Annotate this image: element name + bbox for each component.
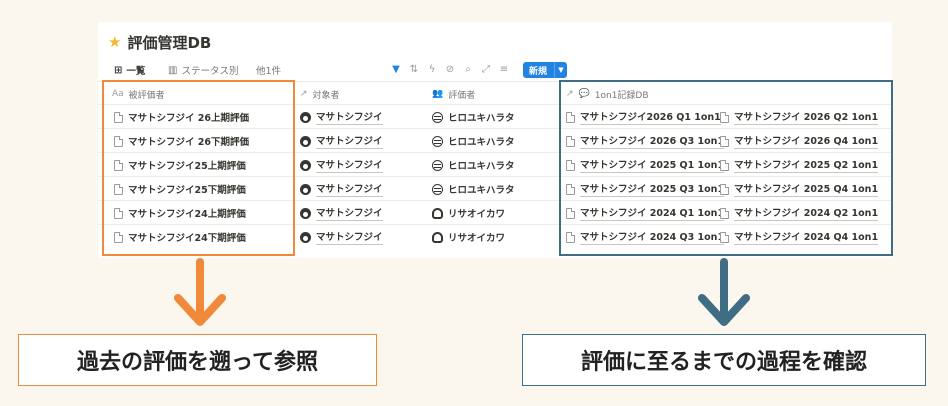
column-header-label: 評価者: [448, 90, 476, 101]
target-name: マサトシフジイ: [316, 133, 383, 149]
target-cell[interactable]: マサトシフジイ: [300, 201, 383, 225]
avatar: [432, 231, 443, 243]
expand-icon[interactable]: ⤢: [481, 65, 491, 75]
column-header-label: 対象者: [312, 90, 340, 101]
target-cell[interactable]: マサトシフジイ: [300, 177, 383, 201]
hide-icon[interactable]: ⊘: [445, 65, 455, 75]
relation-icon: ↗: [300, 89, 308, 99]
highlight-frame-records: [559, 80, 893, 256]
avatar: [432, 183, 443, 195]
highlight-frame-evaluations: [102, 80, 295, 256]
column-header-target[interactable]: ↗ 対象者: [300, 84, 340, 104]
tab-more-views[interactable]: 他1件: [252, 60, 285, 80]
evaluator-cell[interactable]: ヒロユキハラタ: [432, 177, 515, 201]
avatar: [432, 207, 443, 219]
tab-label: ステータス別: [181, 66, 239, 77]
caption-right: 評価に至るまでの過程を確認: [522, 334, 926, 386]
avatar: [300, 111, 311, 123]
arrow-down-icon: [698, 258, 750, 326]
avatar: [300, 183, 311, 195]
evaluator-cell[interactable]: リサオイカワ: [432, 225, 505, 249]
chevron-down-icon[interactable]: ▼: [554, 62, 567, 78]
evaluator-name: リサオイカワ: [448, 209, 506, 220]
evaluator-cell[interactable]: ヒロユキハラタ: [432, 129, 515, 153]
tab-list-view[interactable]: ⊞ 一覧: [110, 60, 149, 80]
new-button-label: 新規: [529, 66, 548, 77]
caption-left: 過去の評価を遡って参照: [18, 334, 377, 386]
tab-label: 他1件: [256, 66, 282, 77]
evaluator-name: ヒロユキハラタ: [448, 137, 515, 148]
title-row: ★ 評価管理DB: [108, 30, 211, 54]
sort-icon[interactable]: ⇅: [409, 65, 419, 75]
filter-icon[interactable]: ▼: [391, 65, 401, 75]
tab-label: 一覧: [126, 66, 146, 77]
avatar: [432, 135, 443, 147]
target-cell[interactable]: マサトシフジイ: [300, 153, 383, 177]
star-icon: ★: [108, 32, 122, 51]
view-toolbar: ⊞ 一覧 ▥ ステータス別 他1件 ▼ ⇅ ϟ ⊘ ⌕ ⤢ ≡ 新規 ▼: [98, 58, 892, 82]
avatar: [300, 159, 311, 171]
table-icon: ⊞: [114, 64, 123, 76]
avatar: [432, 159, 443, 171]
avatar: [300, 231, 311, 243]
arrow-down-icon: [174, 258, 226, 326]
board-icon: ▥: [168, 64, 178, 76]
evaluator-cell[interactable]: ヒロユキハラタ: [432, 105, 515, 129]
target-cell[interactable]: マサトシフジイ: [300, 129, 383, 153]
evaluator-cell[interactable]: ヒロユキハラタ: [432, 153, 515, 177]
search-icon[interactable]: ⌕: [463, 65, 473, 75]
automation-icon[interactable]: ϟ: [427, 65, 437, 75]
avatar: [432, 111, 443, 123]
target-cell[interactable]: マサトシフジイ: [300, 105, 383, 129]
column-header-evaluator[interactable]: 👥 評価者: [432, 84, 475, 104]
tool-icons: ▼ ⇅ ϟ ⊘ ⌕ ⤢ ≡: [391, 62, 509, 78]
target-name: マサトシフジイ: [316, 229, 383, 245]
new-button[interactable]: 新規 ▼: [523, 62, 567, 78]
tab-status-view[interactable]: ▥ ステータス別: [164, 60, 242, 80]
evaluator-name: ヒロユキハラタ: [448, 113, 515, 124]
target-name: マサトシフジイ: [316, 157, 383, 173]
avatar: [300, 207, 311, 219]
settings-icon[interactable]: ≡: [499, 65, 509, 75]
target-name: マサトシフジイ: [316, 205, 383, 221]
page-title[interactable]: 評価管理DB: [127, 32, 211, 53]
evaluator-name: ヒロユキハラタ: [448, 161, 515, 172]
target-name: マサトシフジイ: [316, 109, 383, 125]
evaluator-name: ヒロユキハラタ: [448, 185, 515, 196]
evaluator-name: リサオイカワ: [448, 233, 506, 244]
people-icon: 👥: [432, 89, 444, 99]
avatar: [300, 135, 311, 147]
target-name: マサトシフジイ: [316, 181, 383, 197]
target-cell[interactable]: マサトシフジイ: [300, 225, 383, 249]
evaluator-cell[interactable]: リサオイカワ: [432, 201, 505, 225]
